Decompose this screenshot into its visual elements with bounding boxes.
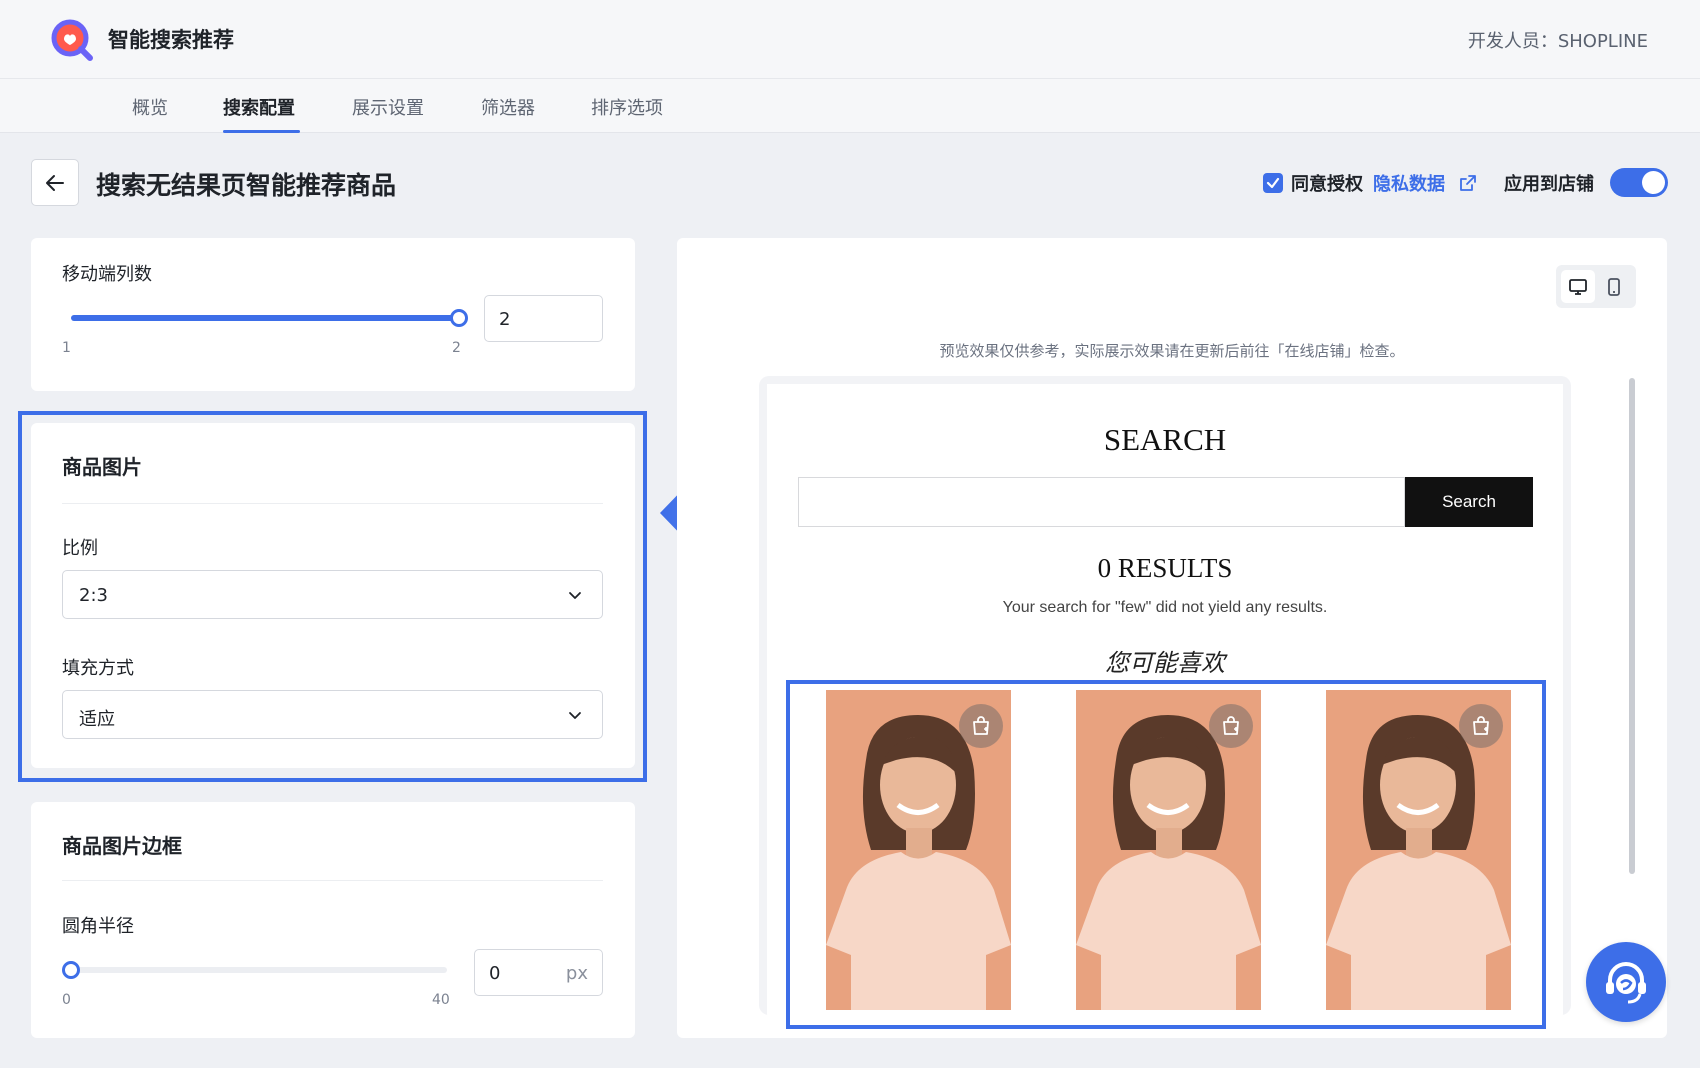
top-bar: 智能搜索推荐 开发人员：SHOPLINE: [0, 0, 1700, 79]
mobile-columns-card: 移动端列数 1 2 2: [31, 238, 635, 391]
active-tab-indicator: [223, 130, 300, 133]
preview-search-button[interactable]: Search: [1405, 477, 1533, 527]
apply-to-store-label: 应用到店铺: [1504, 174, 1594, 195]
app-logo-icon: [51, 19, 93, 61]
desktop-view-button[interactable]: [1561, 270, 1595, 303]
arrow-left-icon: [46, 174, 64, 191]
privacy-data-link[interactable]: 隐私数据: [1373, 170, 1445, 196]
preview-note: 预览效果仅供参考，实际展示效果请在更新后前往「在线店铺」检查。: [939, 342, 1405, 360]
highlight-product-image-settings: [18, 411, 647, 782]
results-heading: 0 RESULTS: [1097, 553, 1233, 583]
preview-scrollbar[interactable]: [1629, 378, 1635, 874]
mobile-columns-slider[interactable]: [71, 309, 468, 327]
mobile-view-button[interactable]: [1597, 270, 1631, 303]
slider-fill: [71, 315, 459, 321]
slider-min-label: 0: [62, 992, 71, 1008]
tab-overview[interactable]: 概览: [132, 94, 168, 120]
external-link-icon[interactable]: [1459, 174, 1477, 192]
tab-sort-options[interactable]: 排序选项: [591, 94, 663, 120]
back-button[interactable]: [31, 159, 79, 206]
preview-search-input[interactable]: [798, 477, 1405, 527]
mobile-columns-input[interactable]: 2: [484, 295, 603, 342]
slider-min-label: 1: [62, 340, 71, 356]
consent-checkbox[interactable]: [1263, 173, 1283, 193]
tab-display-settings[interactable]: 展示设置: [352, 94, 424, 120]
slider-handle[interactable]: [450, 309, 468, 327]
results-message: Your search for "few" did not yield any …: [1002, 599, 1328, 616]
apply-to-store-toggle[interactable]: [1610, 168, 1668, 197]
page-title: 搜索无结果页智能推荐商品: [96, 171, 397, 200]
corner-radius-value: 0: [489, 963, 501, 984]
unit-label: px: [565, 963, 588, 984]
corner-radius-input[interactable]: 0 px: [474, 949, 603, 996]
developer-label: 开发人员：SHOPLINE: [1467, 31, 1648, 52]
corner-radius-label: 圆角半径: [62, 916, 134, 937]
toggle-knob: [1642, 171, 1665, 194]
highlight-recommended-products: [786, 680, 1546, 1029]
slider-max-label: 2: [452, 340, 461, 356]
app-name: 智能搜索推荐: [108, 28, 234, 52]
image-border-title: 商品图片边框: [62, 834, 182, 858]
slider-max-label: 40: [432, 992, 450, 1008]
search-heading: SEARCH: [1103, 422, 1227, 457]
customer-support-button[interactable]: [1586, 942, 1666, 1022]
nav-tabs: 概览 搜索配置 展示设置 筛选器 排序选项: [0, 79, 1700, 133]
tab-search-config[interactable]: 搜索配置: [223, 94, 295, 120]
check-icon: [1266, 177, 1280, 189]
mobile-icon: [1608, 277, 1620, 296]
headset-icon: [1606, 962, 1646, 1004]
tab-filters[interactable]: 筛选器: [481, 94, 535, 120]
device-switch: [1556, 265, 1636, 308]
mobile-columns-label: 移动端列数: [62, 264, 152, 285]
corner-radius-slider[interactable]: [62, 961, 447, 979]
consent-label: 同意授权: [1291, 174, 1363, 195]
desktop-icon: [1569, 278, 1587, 295]
slider-handle[interactable]: [62, 961, 80, 979]
consent-group: 同意授权 隐私数据: [1263, 170, 1477, 196]
recommend-heading: 您可能喜欢: [1105, 651, 1225, 677]
image-border-card: 商品图片边框 圆角半径 0 40 0 px: [31, 802, 635, 1038]
divider: [62, 880, 603, 881]
